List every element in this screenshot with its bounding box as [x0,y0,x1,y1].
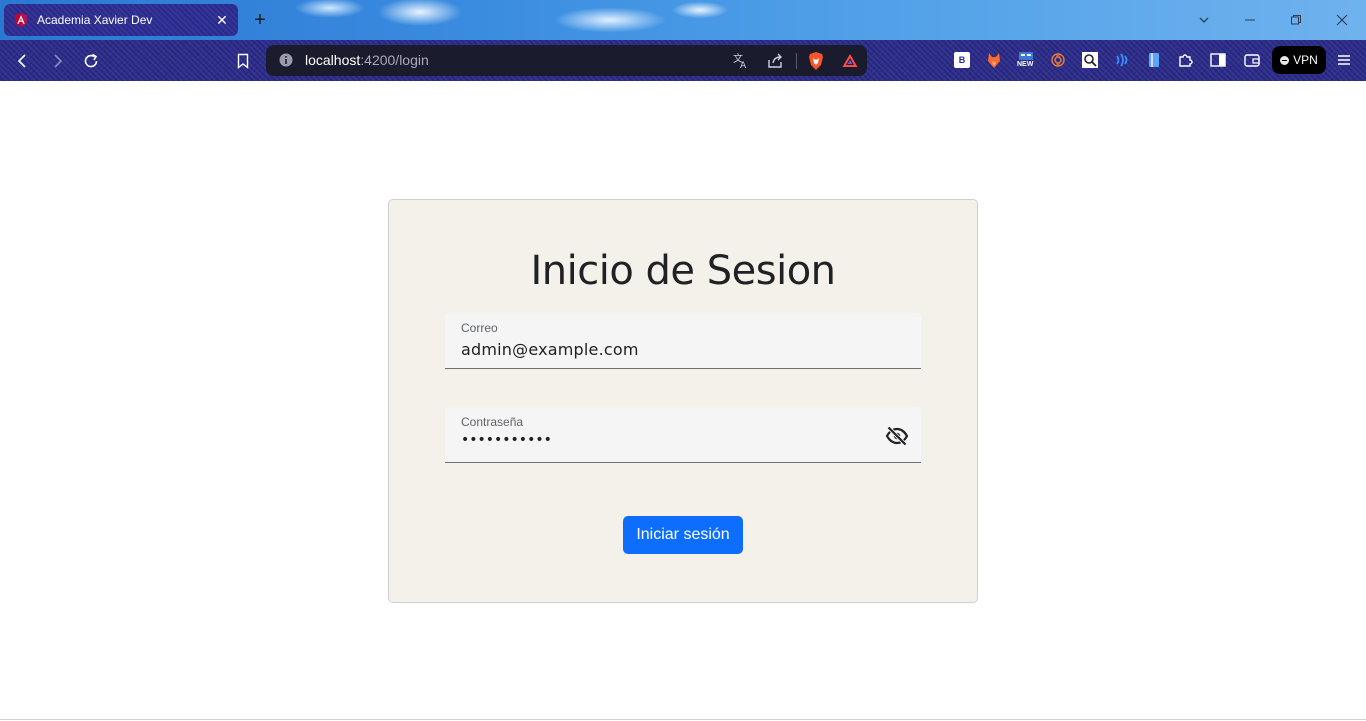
url-host: localhost [305,52,361,68]
book-ext-icon[interactable] [1144,50,1164,70]
url-path: :4200/login [360,52,429,68]
sidebar-icon[interactable] [1208,50,1228,70]
login-card: Inicio de Sesion Correo admin@example.co… [388,199,978,603]
b-ext-icon[interactable]: B [952,50,972,70]
email-label: Correo [461,321,498,335]
back-icon[interactable] [10,48,36,74]
tab-close-icon[interactable]: ✕ [212,10,232,30]
svg-text:A: A [740,61,747,70]
tab-strip: Academia Xavier Dev ✕ + [0,0,1366,40]
angular-logo-icon [14,13,28,27]
wallet-icon[interactable] [1242,50,1262,70]
visibility-off-icon[interactable] [885,424,909,448]
password-field[interactable]: Contraseña ••••••••••• [445,407,921,463]
page-title: Inicio de Sesion [530,248,836,294]
share-icon[interactable] [764,50,786,72]
site-info-icon[interactable] [278,52,294,68]
url-text[interactable]: localhost:4200/login [305,52,429,68]
brave-shields-icon[interactable] [805,50,827,72]
email-field[interactable]: Correo admin@example.com [445,313,921,369]
bookmark-icon[interactable] [230,48,256,74]
menu-icon[interactable] [1334,50,1354,70]
b-ext-label: B [954,52,970,68]
browser-tab[interactable]: Academia Xavier Dev ✕ [4,4,238,36]
new-ext-label: NEW [1017,61,1034,68]
forward-icon[interactable] [44,48,70,74]
minimize-icon[interactable] [1238,8,1262,32]
vpn-status-icon [1280,55,1290,65]
password-label: Contraseña [461,415,524,429]
new-tab-button[interactable]: + [250,10,270,30]
address-bar[interactable]: localhost:4200/login 文A [266,45,867,76]
url-divider [796,53,797,69]
translate-icon[interactable]: 文A [730,50,752,72]
email-value[interactable]: admin@example.com [461,340,639,359]
tab-search-chevron-icon[interactable] [1192,8,1216,32]
fox-ext-icon[interactable] [984,50,1004,70]
brave-rewards-icon[interactable] [839,50,861,72]
puzzle-icon[interactable] [1176,50,1196,70]
close-window-icon[interactable] [1330,8,1354,32]
wallet-signal-icon[interactable] [1112,50,1132,70]
reload-icon[interactable] [78,48,104,74]
login-button[interactable]: Iniciar sesión [623,516,743,554]
password-value[interactable]: ••••••••••• [461,432,552,448]
openai-ext-icon[interactable] [1048,50,1068,70]
tab-title: Academia Xavier Dev [37,13,153,27]
search-ext-icon[interactable] [1080,50,1100,70]
restore-icon[interactable] [1284,8,1308,32]
vpn-button[interactable]: VPN [1272,46,1326,74]
new-ext-icon[interactable]: NEW [1016,50,1036,70]
page-bottom-divider [0,719,1366,720]
vpn-label: VPN [1293,53,1318,67]
